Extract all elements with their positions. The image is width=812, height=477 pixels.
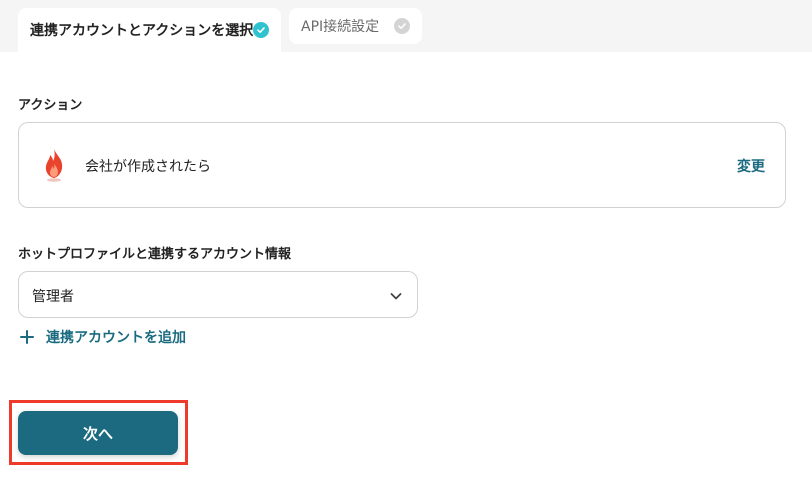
account-section-title: ホットプロファイルと連携するアカウント情報: [18, 247, 292, 262]
tab-label: API接続設定: [301, 19, 380, 35]
plus-icon: [20, 330, 34, 344]
tab-label: 連携アカウントとアクションを選択: [30, 23, 254, 39]
check-icon: [253, 22, 269, 38]
tab-bar: 連携アカウントとアクションを選択 API接続設定: [0, 0, 812, 52]
action-section-title: アクション: [18, 98, 83, 113]
tab-api-settings[interactable]: API接続設定: [289, 8, 422, 44]
change-action-link[interactable]: 変更: [737, 156, 765, 176]
tab-select-account-action[interactable]: 連携アカウントとアクションを選択: [18, 8, 281, 52]
action-name: 会社が作成されたら: [85, 159, 211, 175]
add-account-label: 連携アカウントを追加: [46, 330, 186, 346]
account-select[interactable]: 管理者: [18, 271, 418, 318]
action-card: 会社が作成されたら 変更: [18, 122, 786, 208]
chevron-down-icon: [390, 293, 402, 300]
add-account-link[interactable]: 連携アカウントを追加: [20, 327, 186, 347]
selected-account: 管理者: [32, 289, 74, 305]
check-icon: [394, 18, 410, 34]
hubspot-flame-icon: [45, 148, 63, 182]
next-button[interactable]: 次へ: [18, 411, 178, 455]
